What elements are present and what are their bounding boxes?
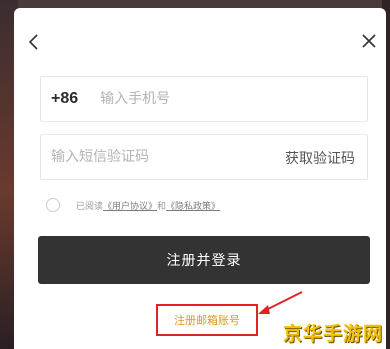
close-button[interactable] <box>358 30 380 52</box>
agreement-and: 和 <box>157 201 167 212</box>
close-icon <box>362 34 376 48</box>
verification-code-input[interactable] <box>51 149 251 165</box>
agreement-checkbox[interactable] <box>46 198 60 212</box>
register-login-button[interactable]: 注册并登录 <box>38 236 370 284</box>
verification-code-field: 获取验证码 <box>40 134 368 180</box>
phone-input[interactable] <box>100 91 301 107</box>
site-watermark: 京华手游网 <box>282 323 383 345</box>
agreement-prefix: 已阅读 <box>76 201 104 212</box>
agreement-row: 已阅读《用户协议》和《隐私政策》 <box>46 196 220 214</box>
user-agreement-link[interactable]: 《用户协议》 <box>103 202 157 212</box>
privacy-policy-link[interactable]: 《隐私政策》 <box>166 202 220 212</box>
email-register-link[interactable]: 注册邮箱账号 <box>156 304 258 336</box>
country-code-selector[interactable]: +86 <box>51 90 78 108</box>
agreement-text: 已阅读《用户协议》和《隐私政策》 <box>76 199 220 212</box>
get-code-button[interactable]: 获取验证码 <box>285 148 355 168</box>
email-register-label: 注册邮箱账号 <box>174 314 240 327</box>
chevron-left-icon <box>28 34 38 50</box>
phone-field: +86 <box>40 76 368 122</box>
back-button[interactable] <box>24 32 44 52</box>
